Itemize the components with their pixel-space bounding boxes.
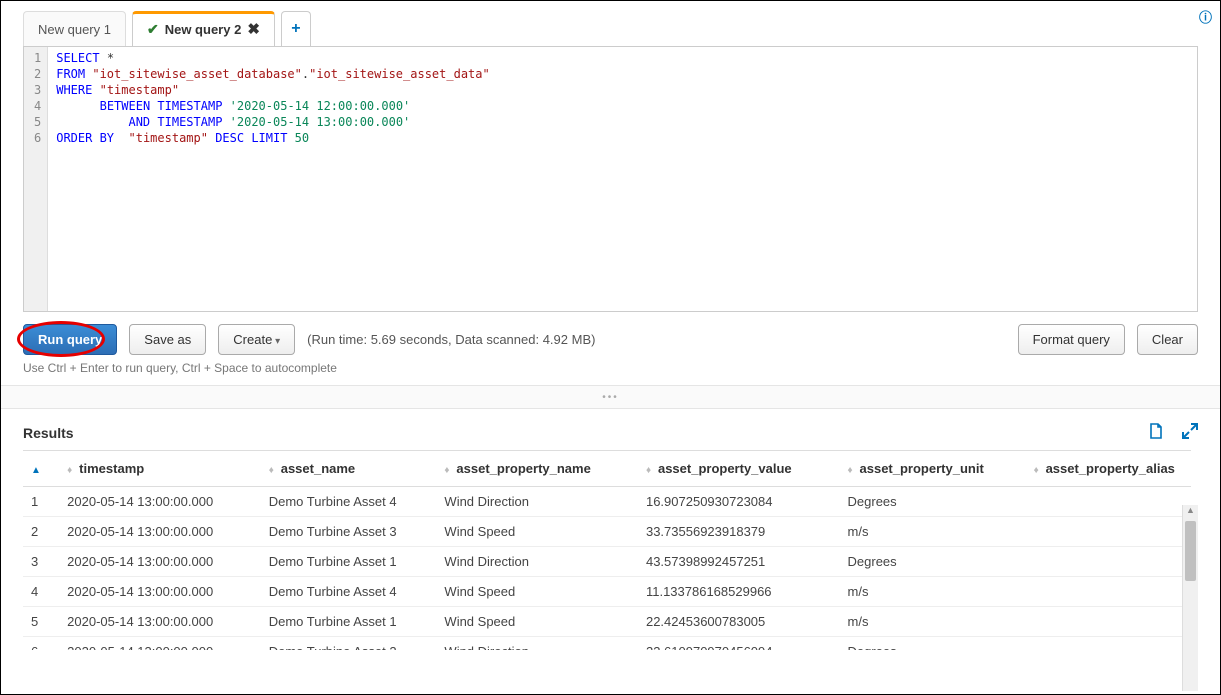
results-table-container: ▲ ♦timestamp ♦asset_name ♦asset_property… bbox=[23, 450, 1220, 650]
expand-icon[interactable] bbox=[1182, 423, 1198, 442]
tab-label: New query 2 bbox=[165, 22, 242, 37]
col-asset-property-value[interactable]: ♦asset_property_value bbox=[638, 451, 840, 487]
table-row[interactable]: 12020-05-14 13:00:00.000Demo Turbine Ass… bbox=[23, 487, 1191, 517]
create-button[interactable]: Create bbox=[218, 324, 295, 355]
tab-label: New query 1 bbox=[38, 22, 111, 37]
table-row[interactable]: 32020-05-14 13:00:00.000Demo Turbine Ass… bbox=[23, 547, 1191, 577]
check-icon: ✔ bbox=[147, 21, 159, 38]
table-row[interactable]: 42020-05-14 13:00:00.000Demo Turbine Ass… bbox=[23, 577, 1191, 607]
table-row[interactable]: 52020-05-14 13:00:00.000Demo Turbine Ass… bbox=[23, 607, 1191, 637]
info-icon[interactable]: ⓘ bbox=[1199, 7, 1212, 26]
col-asset-property-alias[interactable]: ♦asset_property_alias bbox=[1026, 451, 1191, 487]
dots-icon: ••• bbox=[602, 392, 619, 403]
save-as-button[interactable]: Save as bbox=[129, 324, 206, 355]
keyboard-hint: Use Ctrl + Enter to run query, Ctrl + Sp… bbox=[1, 361, 1220, 385]
close-icon[interactable]: ✖ bbox=[247, 20, 260, 38]
table-row[interactable]: 62020-05-14 13:00:00.000Demo Turbine Ass… bbox=[23, 637, 1191, 651]
col-asset-name[interactable]: ♦asset_name bbox=[261, 451, 437, 487]
splitter-handle[interactable]: ••• bbox=[1, 385, 1220, 409]
results-header: Results bbox=[1, 409, 1220, 450]
clear-button[interactable]: Clear bbox=[1137, 324, 1198, 355]
col-asset-property-unit[interactable]: ♦asset_property_unit bbox=[840, 451, 1026, 487]
results-table: ▲ ♦timestamp ♦asset_name ♦asset_property… bbox=[23, 450, 1191, 650]
run-query-button[interactable]: Run query bbox=[23, 324, 117, 355]
download-icon[interactable] bbox=[1148, 423, 1164, 442]
tab-query-2[interactable]: ✔ New query 2 ✖ bbox=[132, 11, 275, 46]
results-scrollbar[interactable]: ▲ bbox=[1182, 505, 1198, 691]
col-timestamp[interactable]: ♦timestamp bbox=[59, 451, 261, 487]
format-query-button[interactable]: Format query bbox=[1018, 324, 1125, 355]
table-row[interactable]: 22020-05-14 13:00:00.000Demo Turbine Ass… bbox=[23, 517, 1191, 547]
run-info-text: (Run time: 5.69 seconds, Data scanned: 4… bbox=[307, 332, 595, 347]
col-index[interactable]: ▲ bbox=[23, 451, 59, 487]
results-title: Results bbox=[23, 425, 1148, 441]
query-tabs: New query 1 ✔ New query 2 ✖ + bbox=[1, 1, 1220, 46]
tab-query-1[interactable]: New query 1 bbox=[23, 11, 126, 46]
col-asset-property-name[interactable]: ♦asset_property_name bbox=[436, 451, 638, 487]
line-gutter: 1 2 3 4 5 6 bbox=[24, 47, 48, 311]
sql-editor[interactable]: 1 2 3 4 5 6 SELECT * FROM "iot_sitewise_… bbox=[23, 46, 1198, 312]
code-area[interactable]: SELECT * FROM "iot_sitewise_asset_databa… bbox=[48, 47, 498, 311]
scroll-up-icon[interactable]: ▲ bbox=[1183, 505, 1198, 519]
add-tab-button[interactable]: + bbox=[281, 11, 311, 46]
toolbar: Run query Save as Create (Run time: 5.69… bbox=[1, 312, 1220, 361]
scroll-thumb[interactable] bbox=[1185, 521, 1196, 581]
